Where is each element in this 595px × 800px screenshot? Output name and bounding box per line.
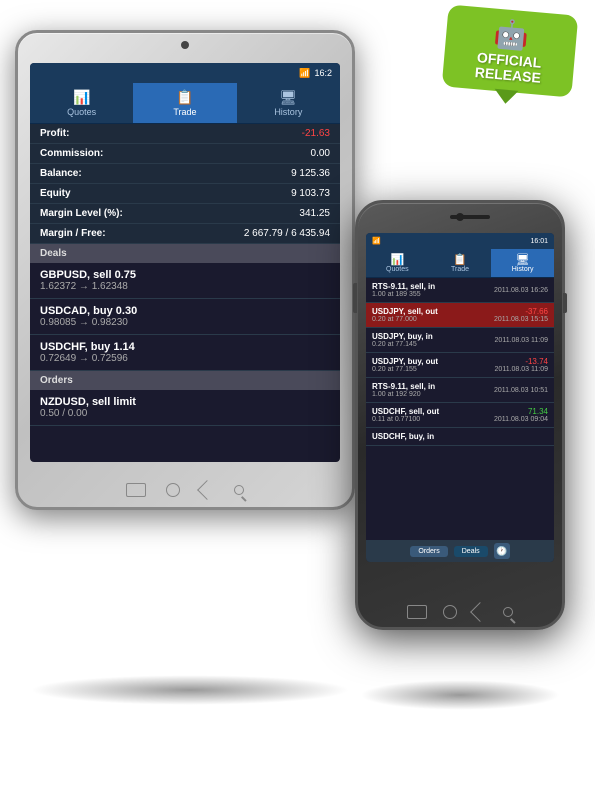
- tablet-shadow: [30, 675, 350, 705]
- nav-home-btn[interactable]: [166, 483, 180, 497]
- phone-nav-search[interactable]: [503, 607, 513, 617]
- history-icon: 🖥: [241, 89, 336, 106]
- deal-usdchf: USDCHF, buy 1.14 0.72649 → 0.72596: [30, 335, 340, 371]
- phone-trade-2: USDJPY, buy, in 0.20 at 77.145 2011.08.0…: [366, 328, 554, 353]
- margin-free-label: Margin / Free:: [40, 228, 106, 239]
- order-nzdusd: NZDUSD, sell limit 0.50 / 0.00: [30, 390, 340, 426]
- margin-level-label: Margin Level (%):: [40, 208, 123, 219]
- tab-history[interactable]: 🖥 History: [237, 83, 340, 123]
- tablet-camera: [181, 41, 189, 49]
- phone-shadow: [360, 680, 560, 710]
- official-release-badge: 🤖 OFFICIAL RELEASE: [445, 10, 575, 140]
- phone-quotes-icon: 📊: [368, 253, 427, 266]
- phone-device: 📶 16:01 📊 Quotes 📋 Trade 🖥 History RTS-9…: [355, 200, 565, 630]
- deal-usdcad: USDCAD, buy 0.30 0.98085 → 0.98230: [30, 299, 340, 335]
- quotes-icon: 📊: [34, 89, 129, 106]
- stat-equity: Equity 9 103.73: [30, 184, 340, 204]
- margin-free-value: 2 667.79 / 6 435.94: [244, 228, 330, 239]
- phone-home-bar: [407, 605, 513, 619]
- balance-value: 9 125.36: [291, 168, 330, 179]
- phone-screen: 📶 16:01 📊 Quotes 📋 Trade 🖥 History RTS-9…: [366, 233, 554, 562]
- tablet-stats: Profit: -21.63 Commission: 0.00 Balance:…: [30, 124, 340, 244]
- phone-nav-home[interactable]: [443, 605, 457, 619]
- deals-section-header: Deals: [30, 244, 340, 263]
- phone-tab-bar[interactable]: 📊 Quotes 📋 Trade 🖥 History: [366, 249, 554, 278]
- equity-label: Equity: [40, 188, 71, 199]
- equity-value: 9 103.73: [291, 188, 330, 199]
- nav-menu-btn[interactable]: [126, 483, 146, 497]
- wifi-icon: 📶: [299, 68, 310, 79]
- phone-power-btn[interactable]: [563, 293, 567, 313]
- phone-trade-6: USDCHF, buy, in: [366, 428, 554, 446]
- phone-nav-menu[interactable]: [407, 605, 427, 619]
- phone-wifi-icon: 📶: [372, 237, 381, 245]
- stat-profit: Profit: -21.63: [30, 124, 340, 144]
- profit-value: -21.63: [302, 128, 330, 139]
- clock-icon[interactable]: 🕐: [494, 543, 510, 559]
- nav-back-btn[interactable]: [197, 480, 217, 500]
- stat-commission: Commission: 0.00: [30, 144, 340, 164]
- phone-deals-btn[interactable]: Deals: [454, 546, 488, 557]
- tablet-time: 16:2: [314, 68, 332, 78]
- phone-trade-5: USDCHF, sell, out 0.11 at 0.77100 71.34 …: [366, 403, 554, 428]
- phone-tab-quotes[interactable]: 📊 Quotes: [366, 249, 429, 277]
- tablet-status-bar: 📶 16:2: [30, 63, 340, 83]
- phone-trade-0: RTS-9.11, sell, in 1.00 at 189 355 2011.…: [366, 278, 554, 303]
- phone-tab-trade[interactable]: 📋 Trade: [429, 249, 492, 277]
- margin-level-value: 341.25: [299, 208, 330, 219]
- stat-margin-level: Margin Level (%): 341.25: [30, 204, 340, 224]
- phone-tab-history[interactable]: 🖥 History: [491, 249, 554, 277]
- stat-margin-free: Margin / Free: 2 667.79 / 6 435.94: [30, 224, 340, 244]
- phone-speaker: [450, 215, 490, 219]
- tab-quotes[interactable]: 📊 Quotes: [30, 83, 133, 123]
- tablet-home-bar: [126, 483, 244, 497]
- trade-icon: 📋: [137, 89, 232, 106]
- profit-label: Profit:: [40, 128, 69, 139]
- orders-section-header: Orders: [30, 371, 340, 390]
- phone-trade-4: RTS-9.11, sell, in 1.00 at 192 920 2011.…: [366, 378, 554, 403]
- deal-gbpusd: GBPUSD, sell 0.75 1.62372 → 1.62348: [30, 263, 340, 299]
- tab-trade[interactable]: 📋 Trade: [133, 83, 236, 123]
- phone-trade-icon: 📋: [431, 253, 490, 266]
- tablet-device: 📶 16:2 📊 Quotes 📋 Trade 🖥 History Profit…: [15, 30, 355, 510]
- tablet-screen: 📶 16:2 📊 Quotes 📋 Trade 🖥 History Profit…: [30, 63, 340, 462]
- nav-search-btn[interactable]: [234, 485, 244, 495]
- balance-label: Balance:: [40, 168, 82, 179]
- phone-trade-1: USDJPY, sell, out 0.20 at 77.000 -37.66 …: [366, 303, 554, 328]
- phone-volume-btn[interactable]: [353, 283, 357, 313]
- phone-bottom-tabs[interactable]: Orders Deals 🕐: [366, 540, 554, 562]
- phone-history-icon: 🖥: [493, 253, 552, 266]
- stat-balance: Balance: 9 125.36: [30, 164, 340, 184]
- phone-status-bar: 📶 16:01: [366, 233, 554, 249]
- phone-trade-3: USDJPY, buy, out 0.20 at 77.155 -13.74 2…: [366, 353, 554, 378]
- commission-label: Commission:: [40, 148, 103, 159]
- phone-nav-back[interactable]: [470, 602, 490, 622]
- phone-orders-btn[interactable]: Orders: [410, 546, 447, 557]
- phone-time: 16:01: [530, 238, 548, 245]
- commission-value: 0.00: [311, 148, 330, 159]
- tablet-tab-bar[interactable]: 📊 Quotes 📋 Trade 🖥 History: [30, 83, 340, 124]
